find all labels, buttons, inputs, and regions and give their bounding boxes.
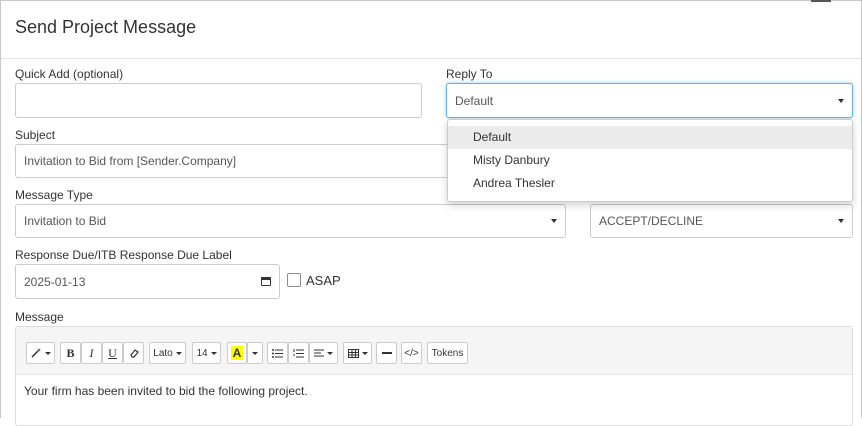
- bullet-list-icon: [272, 348, 283, 358]
- code-view-button[interactable]: </>: [401, 342, 422, 364]
- clear-format-button[interactable]: [123, 342, 144, 364]
- numbered-list-button[interactable]: [288, 342, 309, 364]
- numbered-list-icon: [293, 348, 304, 357]
- table-icon: [347, 348, 359, 358]
- chevron-down-icon: [210, 351, 217, 355]
- chevron-down-icon: [838, 98, 844, 103]
- chevron-down-icon: [45, 351, 51, 355]
- tokens-button[interactable]: Tokens: [427, 342, 468, 364]
- subject-input[interactable]: Invitation to Bid from [Sender.Company]: [15, 144, 455, 178]
- table-button[interactable]: [343, 342, 372, 364]
- magic-wand-icon: [31, 348, 41, 358]
- message-body[interactable]: Your firm has been invited to bid the fo…: [24, 384, 308, 398]
- editor-toolbar: B I U Lato 14 A </> Tokens: [16, 327, 852, 375]
- chevron-down-icon: [327, 351, 333, 355]
- response-type-select[interactable]: ACCEPT/DECLINE: [590, 204, 853, 238]
- reply-to-value: Default: [455, 93, 494, 108]
- magic-wand-button[interactable]: [26, 342, 55, 364]
- reply-to-dropdown-menu: Default Misty Danbury Andrea Thesler: [447, 119, 853, 202]
- dropdown-option[interactable]: Andrea Thesler: [448, 172, 852, 195]
- bold-button[interactable]: B: [60, 342, 81, 364]
- paragraph-align-button[interactable]: [309, 342, 338, 364]
- underline-button[interactable]: U: [102, 342, 123, 364]
- italic-button[interactable]: I: [81, 342, 102, 364]
- dropdown-option[interactable]: Default: [448, 126, 852, 149]
- asap-label: ASAP: [306, 273, 341, 288]
- subject-value: Invitation to Bid from [Sender.Company]: [24, 154, 237, 168]
- align-left-icon: [314, 349, 324, 357]
- text-color-button[interactable]: A: [227, 342, 247, 364]
- reply-to-select[interactable]: Default: [446, 83, 853, 118]
- eraser-icon: [129, 349, 139, 358]
- calendar-icon[interactable]: [261, 277, 271, 286]
- quick-add-label: Quick Add (optional): [15, 67, 124, 81]
- text-color-dropdown[interactable]: [247, 342, 263, 364]
- chevron-down-icon: [252, 351, 258, 355]
- chevron-down-icon: [361, 351, 368, 355]
- due-date-value: 2025-01-13: [24, 274, 86, 289]
- font-family-value: Lato: [153, 347, 173, 359]
- chevron-down-icon: [551, 219, 557, 223]
- horizontal-rule-icon: [381, 352, 392, 354]
- font-size-value: 14: [196, 347, 208, 359]
- message-type-label: Message Type: [15, 188, 93, 202]
- message-label: Message: [15, 310, 64, 324]
- send-message-modal: Send Project Message Quick Add (optional…: [0, 0, 862, 426]
- due-date-input[interactable]: 2025-01-13: [15, 264, 280, 299]
- horizontal-rule-button[interactable]: [376, 342, 397, 364]
- message-type-value: Invitation to Bid: [24, 214, 107, 228]
- due-date-label: Response Due/ITB Response Due Label: [15, 248, 232, 262]
- font-size-select[interactable]: 14: [192, 342, 221, 364]
- response-type-value: ACCEPT/DECLINE: [599, 214, 704, 228]
- chevron-down-icon: [175, 351, 182, 355]
- chevron-down-icon: [838, 219, 844, 223]
- font-family-select[interactable]: Lato: [149, 342, 186, 364]
- message-editor[interactable]: B I U Lato 14 A </> Tokens Your firm has…: [15, 326, 853, 426]
- quick-add-input[interactable]: [15, 83, 422, 118]
- modal-header: Send Project Message: [1, 1, 861, 59]
- message-type-select[interactable]: Invitation to Bid: [15, 204, 566, 238]
- modal-title: Send Project Message: [15, 17, 197, 37]
- dropdown-option[interactable]: Misty Danbury: [448, 149, 852, 172]
- reply-to-label: Reply To: [446, 67, 493, 81]
- bullet-list-button[interactable]: [267, 342, 288, 364]
- subject-label: Subject: [15, 128, 56, 142]
- asap-checkbox[interactable]: [287, 273, 301, 287]
- text-color-icon: A: [230, 346, 244, 360]
